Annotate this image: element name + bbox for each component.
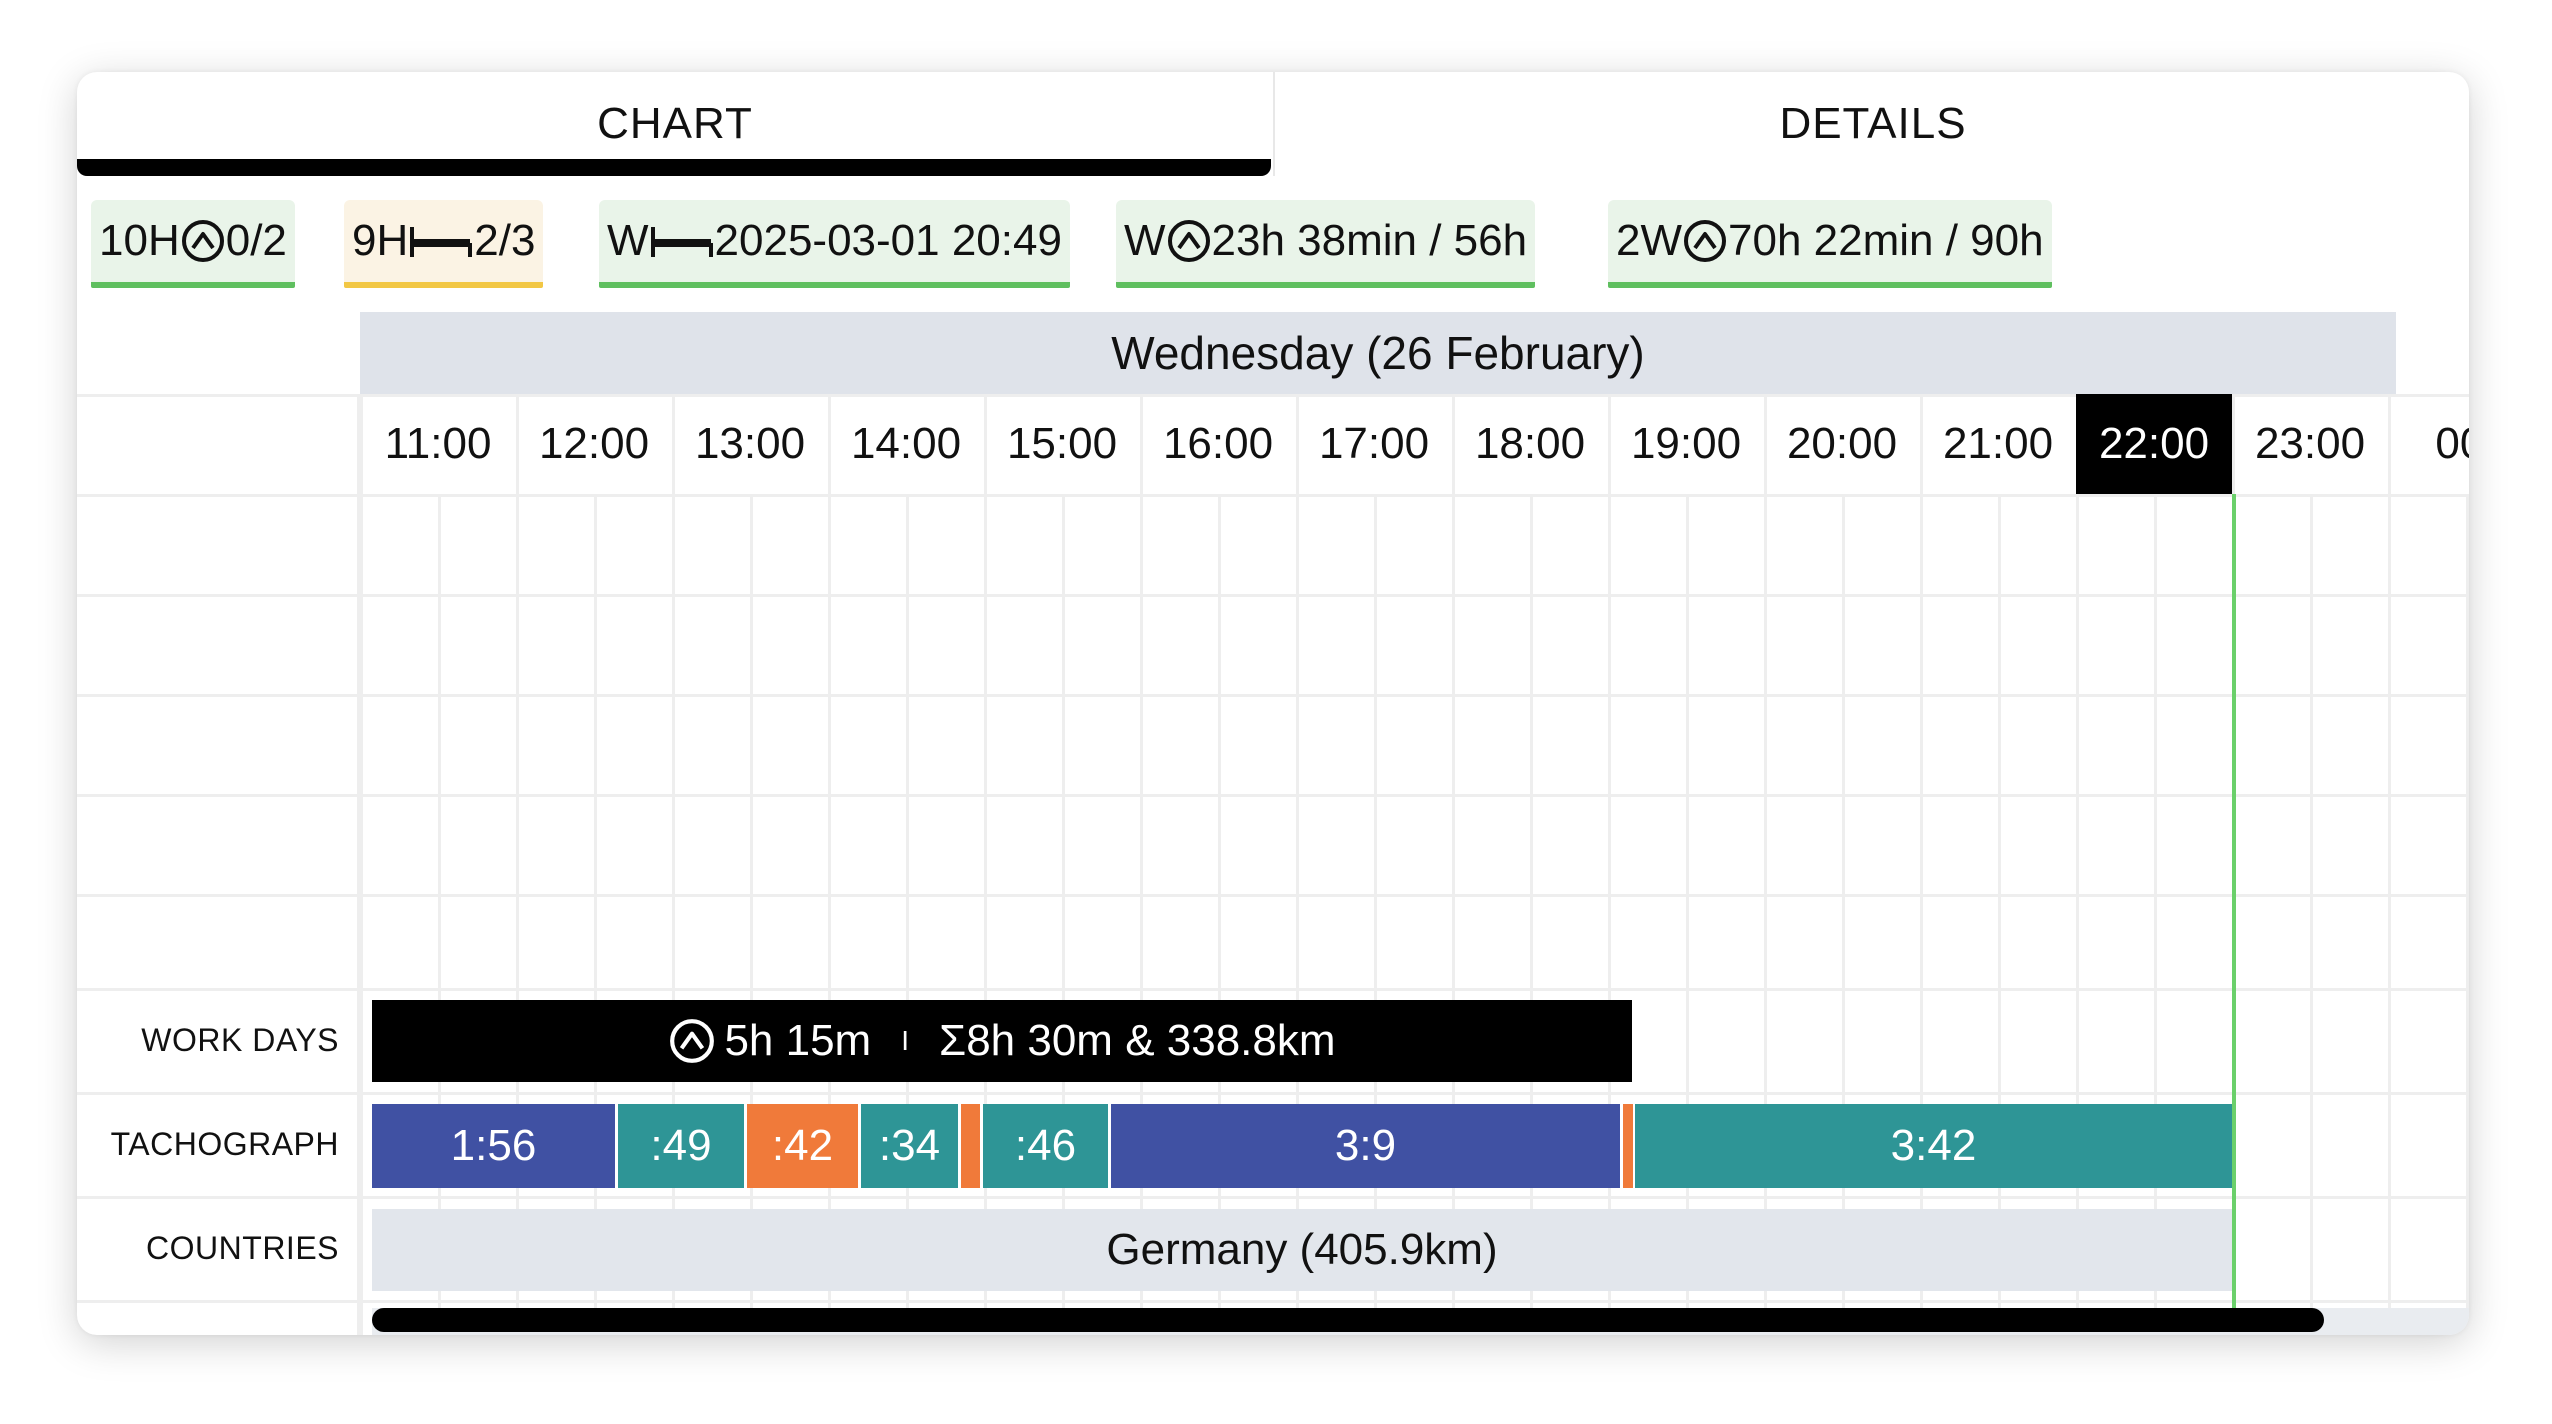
badge-prefix: 9H [352,216,409,265]
grid-line [77,1196,2469,1199]
grid-line [77,594,2469,597]
hour-label: 17:00 [1318,419,1430,468]
hour-label: 21:00 [1942,419,2054,468]
badge-10h-driving[interactable]: 10H 0/2 [91,200,295,288]
grid-line [77,988,2469,991]
tab-chart-label: CHART [597,99,753,148]
grid-line [2310,494,2313,1335]
grid-line [77,894,2469,897]
steering-wheel-icon [670,1019,715,1063]
bed-icon [650,227,713,257]
grid-line [672,394,675,1335]
active-tab-indicator [77,159,1271,176]
grid-line [516,394,519,1335]
hour-label: 12:00 [538,419,650,468]
country-bar[interactable]: Germany (405.9km) [372,1209,2232,1291]
work-day-driving: 5h 15m [724,1016,872,1065]
tachograph-segment-available[interactable]: :34 [861,1104,958,1188]
badge-2-weeks-driving[interactable]: 2W 70h 22min / 90h [1608,200,2052,288]
grid-line [77,1092,2469,1095]
grid-line [77,494,2469,497]
steering-wheel-icon [181,220,224,262]
grid-line [828,394,831,1335]
badge-prefix: 2W [1616,216,1682,265]
grid-line [77,794,2469,797]
grid-line [2466,494,2469,1335]
tachograph-segment-other-work[interactable] [1623,1104,1633,1188]
hour-label: 22:00 [2076,394,2232,494]
steering-wheel-icon [1167,220,1210,262]
hour-label: 19:00 [1630,419,1742,468]
grid-line [1920,394,1923,1335]
work-day-bar[interactable]: 5h 15m I Σ 8h 30m & 338.8km [372,1000,1632,1082]
horizontal-scrollbar[interactable] [372,1308,2324,1332]
badge-weekly-rest[interactable]: W 2025-03-01 20:49 [599,200,1070,288]
hour-label: 20:00 [1786,419,1898,468]
grid-line [77,1300,2469,1303]
tachograph-segment-driving[interactable]: 1:56 [372,1104,615,1188]
hour-label: 13:00 [694,419,806,468]
badge-value: 70h 22min / 90h [1728,216,2044,265]
work-day-separator: I [901,1025,909,1056]
badge-value: 0/2 [225,216,287,265]
badge-value: 2025-03-01 20:49 [714,216,1062,265]
tachograph-segment-other-work[interactable] [961,1104,980,1188]
grid-line [360,394,363,1335]
current-time-line [2232,494,2236,1335]
tachograph-segment-other-work[interactable]: :42 [747,1104,858,1188]
grid-line [1140,394,1143,1335]
tachograph-segment-available[interactable]: :49 [618,1104,744,1188]
day-header: Wednesday (26 February) [360,312,2396,394]
grid-line [984,394,987,1335]
tab-bar: CHART DETAILS [77,72,2469,176]
badge-value: 23h 38min / 56h [1211,216,1528,265]
badge-prefix: W [607,216,649,265]
hour-label: 23:00 [2254,419,2366,468]
grid-line [77,694,2469,697]
tachograph-segment-driving[interactable]: 3:9 [1111,1104,1620,1188]
bed-icon [410,227,473,257]
grid-line [2076,394,2079,1335]
hour-label: 00: [2435,419,2469,468]
tab-details-label: DETAILS [1779,99,1967,148]
row-label-tachograph: TACHOGRAPH [110,1126,339,1162]
grid-line [2388,394,2391,1335]
tachograph-segment-available[interactable]: 3:42 [1635,1104,2232,1188]
hour-label: 15:00 [1006,419,1118,468]
hour-label: 11:00 [384,419,492,468]
badge-9h-rest[interactable]: 9H 2/3 [344,200,544,288]
sigma-icon: Σ [939,1016,967,1065]
grid-line [1608,394,1611,1335]
tachograph-segment-available[interactable]: :46 [983,1104,1108,1188]
badge-value: 2/3 [474,216,536,265]
hour-label: 14:00 [850,419,962,468]
hour-axis: 11:00 12:00 13:00 14:00 15:00 16:00 17:00 18:00… [360,394,2469,494]
row-label-countries: COUNTRIES [146,1230,339,1266]
tab-details[interactable]: DETAILS [1273,72,2469,176]
grid-line [1764,394,1767,1335]
badge-weekly-driving[interactable]: W 23h 38min / 56h [1116,200,1536,288]
grid-line [1452,394,1455,1335]
row-label-work-days: WORK DAYS [141,1022,339,1058]
work-day-total: 8h 30m & 338.8km [966,1016,1336,1065]
steering-wheel-icon [1684,220,1726,262]
badge-prefix: W [1124,216,1166,265]
hour-label: 16:00 [1162,419,1274,468]
hour-label: 18:00 [1474,419,1586,468]
grid-line [357,394,360,1335]
badge-prefix: 10H [99,216,180,265]
grid-line [1296,394,1299,1335]
tachograph-card: CHART DETAILS 10H 0/2 9H 2/3 W 2025-03-0… [77,72,2469,1335]
